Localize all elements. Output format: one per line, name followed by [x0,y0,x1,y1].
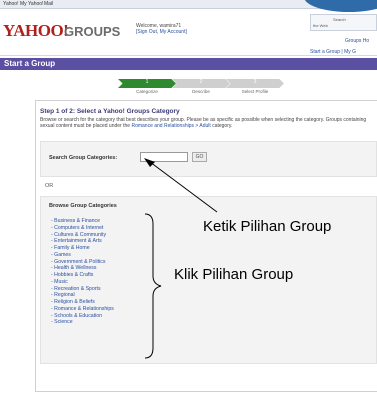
annotation-overlay [144,158,218,359]
click-group-annotation: Klik Pilihan Group [174,266,294,283]
curly-brace [144,213,162,359]
pointer-arrow [144,158,218,213]
type-group-annotation: Ketik Pilihan Group [203,218,332,235]
